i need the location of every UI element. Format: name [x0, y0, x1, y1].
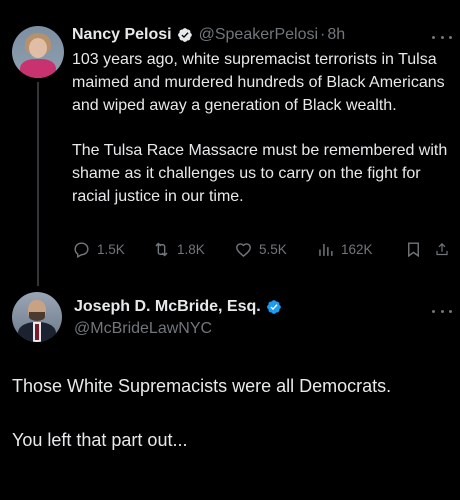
avatar-beard [29, 312, 45, 321]
avatar-tie [35, 324, 39, 340]
more-options-icon[interactable] [432, 30, 452, 44]
reply-tweet[interactable]: Joseph D. McBride, Esq. @McBrideLawNYC T… [0, 284, 460, 500]
reply-paragraph-1: Those White Supremacists were all Democr… [12, 376, 392, 396]
tweet-time[interactable]: 8h [327, 26, 345, 44]
views-chart-icon [319, 243, 333, 256]
tweet-actions: 1.5K 1.8K 5.5K 162K [72, 236, 456, 262]
author-name[interactable]: Nancy Pelosi [72, 26, 172, 44]
tweet-paragraph-2: The Tulsa Race Massacre must be remember… [72, 142, 448, 205]
reply-author-avatar[interactable] [12, 292, 62, 342]
meta-separator: · [320, 26, 326, 43]
views-button[interactable]: 162K [316, 240, 404, 259]
more-options-icon[interactable] [432, 304, 452, 318]
share-button[interactable] [434, 240, 456, 259]
reply-text: Those White Supremacists were all Democr… [12, 374, 452, 452]
retweet-icon [155, 242, 168, 256]
tweet-text: 103 years ago, white supremacist terrori… [72, 48, 452, 208]
reply-paragraph-2: You left that part out... [12, 430, 188, 450]
thread-connector-line [37, 82, 39, 286]
views-count: 162K [341, 241, 373, 257]
heart-icon [236, 242, 251, 257]
verified-badge-icon [266, 300, 281, 314]
bookmark-button[interactable] [404, 240, 434, 259]
reply-header: Joseph D. McBride, Esq. [74, 296, 288, 318]
avatar-face [29, 38, 47, 58]
tweet-thread: Nancy Pelosi @SpeakerPelosi · 8h 103 yea… [0, 0, 460, 500]
reply-author-name[interactable]: Joseph D. McBride, Esq. [74, 298, 261, 316]
like-count: 5.5K [259, 241, 287, 257]
author-handle[interactable]: @SpeakerPelosi [199, 26, 318, 44]
avatar-body [20, 59, 56, 78]
like-button[interactable]: 5.5K [234, 240, 316, 259]
bookmark-icon [408, 241, 419, 257]
reply-button[interactable]: 1.5K [72, 240, 152, 259]
share-icon [436, 242, 448, 255]
retweet-count: 1.8K [177, 241, 205, 257]
author-avatar[interactable] [12, 26, 64, 78]
tweet-paragraph-1: 103 years ago, white supremacist terrori… [72, 51, 445, 114]
reply-icon [74, 241, 89, 258]
original-tweet[interactable]: Nancy Pelosi @SpeakerPelosi · 8h 103 yea… [0, 0, 460, 286]
reply-count: 1.5K [97, 241, 125, 257]
tweet-header: Nancy Pelosi @SpeakerPelosi · 8h [72, 24, 345, 46]
reply-author-handle[interactable]: @McBrideLawNYC [74, 320, 212, 338]
verified-badge-icon [177, 28, 192, 42]
retweet-button[interactable]: 1.8K [152, 240, 234, 259]
